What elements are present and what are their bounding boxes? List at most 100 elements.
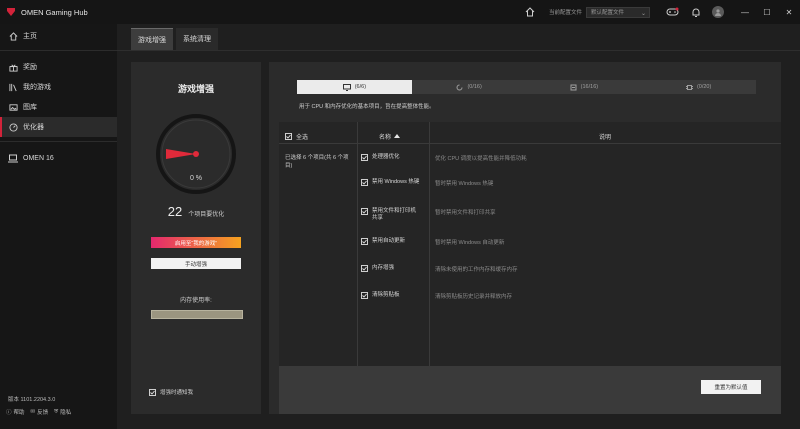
row-checkbox[interactable]: [361, 179, 368, 186]
panel-footer: 重置为默认值: [279, 366, 781, 414]
sidebar-item-optimizer[interactable]: 优化器: [0, 117, 117, 137]
checkbox-checked[interactable]: [285, 133, 292, 140]
bell-icon[interactable]: [688, 4, 704, 20]
sidebar-item-rewards[interactable]: 奖励: [0, 57, 117, 77]
privacy-link[interactable]: ⛨ 隐私: [54, 408, 72, 417]
category-tab-memory[interactable]: (16/16): [527, 80, 642, 94]
panel-title: 游戏增强: [177, 84, 214, 94]
version-label: 版本 1101.2204.3.0: [8, 397, 56, 403]
name-column-header[interactable]: 名称: [379, 132, 401, 141]
enable-to-my-games-button[interactable]: 启用至“我的游戏”: [151, 237, 241, 248]
sidebar-item-my-games[interactable]: 我的游戏: [0, 77, 117, 97]
row-desc: 清除未使用的工作内存和缓存内存: [435, 267, 518, 273]
feedback-link[interactable]: ✉ 反馈: [31, 408, 49, 416]
optimize-count: 22: [167, 204, 183, 219]
optimize-count-label: 个项目要优化: [188, 212, 225, 218]
sidebar-item-home[interactable]: 主页: [0, 26, 117, 46]
main-content: 游戏增强 系统清理 游戏增强 0 % 22 个项目要优化 启用至“我的游戏” 手…: [117, 24, 800, 429]
profile-select[interactable]: 默认配置文件 ⌄: [586, 6, 650, 18]
row-desc: 暂时禁用 Windows 热键: [435, 181, 494, 187]
home-icon: [8, 31, 18, 41]
sidebar-item-label: 图库: [23, 104, 37, 111]
row-name: 清除剪贴板: [372, 292, 400, 298]
usage-gauge: 0 %: [156, 114, 236, 194]
cpu-icon: [685, 84, 693, 91]
row-checkbox[interactable]: [361, 238, 368, 245]
row-checkbox[interactable]: [361, 208, 368, 215]
category-selector: (6/6) (0/16) (16/16) (0/20): [297, 80, 756, 94]
category-count: (6/6): [354, 84, 367, 90]
row-name: 禁用自动更新: [372, 238, 406, 244]
tab-game-boost[interactable]: 游戏增强: [131, 28, 173, 50]
row-desc: 暂时禁用 Windows 自动更新: [435, 240, 505, 246]
app-title: OMEN Gaming Hub: [21, 7, 88, 17]
category-tab-network[interactable]: (0/16): [412, 80, 527, 94]
category-tab-display[interactable]: (6/6): [297, 80, 412, 94]
row-name: 处理器优化: [372, 154, 400, 160]
maximize-icon[interactable]: ☐: [756, 0, 778, 24]
notify-checkbox[interactable]: 增强时通知我: [149, 388, 193, 396]
home-icon[interactable]: [523, 5, 537, 19]
category-count: (0/16): [467, 84, 482, 90]
row-name: 禁用 Windows 热键: [372, 179, 420, 185]
sidebar-item-label: 我的游戏: [23, 84, 51, 91]
title-bar: OMEN Gaming Hub 当前配置文件 默认配置文件 ⌄ — ☐ ✕: [0, 0, 800, 24]
optimizer-icon: [8, 122, 18, 132]
category-count: (0/20): [696, 84, 712, 90]
privacy-label: 隐私: [60, 410, 72, 416]
row-desc: 清除剪贴板历史记录并释放内存: [435, 294, 513, 300]
memory-usage-bar: [151, 310, 243, 319]
library-icon: [8, 82, 18, 92]
minimize-icon[interactable]: —: [734, 0, 756, 24]
select-all-label: 全选: [296, 135, 309, 141]
table-row: 禁用自动更新 暂时禁用 Windows 自动更新: [361, 238, 771, 246]
column-divider: [357, 122, 358, 366]
gauge-value: 0 %: [190, 175, 202, 182]
desc-column-header: 说明: [599, 135, 612, 141]
category-description: 用于 CPU 和内存优化的基本项目，旨在提高整体性能。: [299, 104, 435, 110]
select-all-checkbox[interactable]: 全选: [285, 132, 308, 141]
tab-system-cleanup[interactable]: 系统清理: [176, 28, 218, 50]
manual-boost-button[interactable]: 手动增强: [151, 258, 241, 269]
sidebar-item-label: 奖励: [23, 64, 37, 71]
tab-bar: 游戏增强 系统清理: [131, 28, 221, 50]
privacy-icon: ⛨: [54, 408, 59, 415]
laptop-icon: [8, 153, 18, 163]
chip-icon: [570, 84, 577, 91]
row-desc: 暂时禁用文件和打印共享: [435, 210, 496, 216]
table-row: 禁用文件和打印机共享 暂时禁用文件和打印共享: [361, 208, 771, 222]
divider: [0, 141, 117, 142]
checkbox-checked[interactable]: [149, 388, 156, 396]
notify-label: 增强时通知我: [160, 390, 194, 396]
boost-items-table: 全选 名称 说明 已选择 6 个项目(共 6 个项目) 处理器优化 优化 CPU…: [279, 122, 781, 366]
category-count: (16/16): [580, 84, 599, 90]
table-row: 处理器优化 优化 CPU 调度以提高性能并降低功耗: [361, 154, 771, 162]
reset-default-button[interactable]: 重置为默认值: [701, 380, 761, 394]
table-row: 禁用 Windows 热键 暂时禁用 Windows 热键: [361, 179, 771, 187]
omen-logo-icon: [6, 7, 16, 17]
divider: [117, 50, 800, 51]
row-checkbox[interactable]: [361, 154, 368, 161]
boost-summary-panel: 游戏增强 0 % 22 个项目要优化 启用至“我的游戏” 手动增强 内存使用率:…: [131, 62, 261, 414]
row-checkbox[interactable]: [361, 292, 368, 299]
sidebar: 主页 奖励 我的游戏 图库 优化器 OMEN 16 版本 1101.2204.3…: [0, 24, 117, 429]
row-checkbox[interactable]: [361, 265, 368, 272]
feedback-icon: ✉: [30, 409, 36, 415]
chevron-down-icon: ⌄: [640, 10, 646, 17]
help-link[interactable]: ⓘ 帮助: [6, 408, 25, 416]
sidebar-item-label: 主页: [23, 33, 37, 40]
profile-value: 默认配置文件: [591, 10, 625, 16]
sidebar-item-device[interactable]: OMEN 16: [0, 148, 117, 168]
sidebar-item-gallery[interactable]: 图库: [0, 97, 117, 117]
sidebar-item-label: 优化器: [23, 124, 44, 131]
monitor-icon: [342, 83, 351, 91]
table-header: 全选 名称 说明: [279, 128, 781, 144]
category-tab-cpu[interactable]: (0/20): [641, 80, 756, 94]
selected-count: 已选择 6 个项目(共 6 个项目): [285, 155, 349, 169]
gamepad-icon[interactable]: [664, 4, 680, 20]
avatar[interactable]: [712, 6, 724, 18]
row-name: 禁用文件和打印机共享: [372, 208, 417, 221]
close-icon[interactable]: ✕: [778, 0, 800, 24]
help-label: 帮助: [13, 410, 25, 416]
row-desc: 优化 CPU 调度以提高性能并降低功耗: [435, 156, 527, 162]
